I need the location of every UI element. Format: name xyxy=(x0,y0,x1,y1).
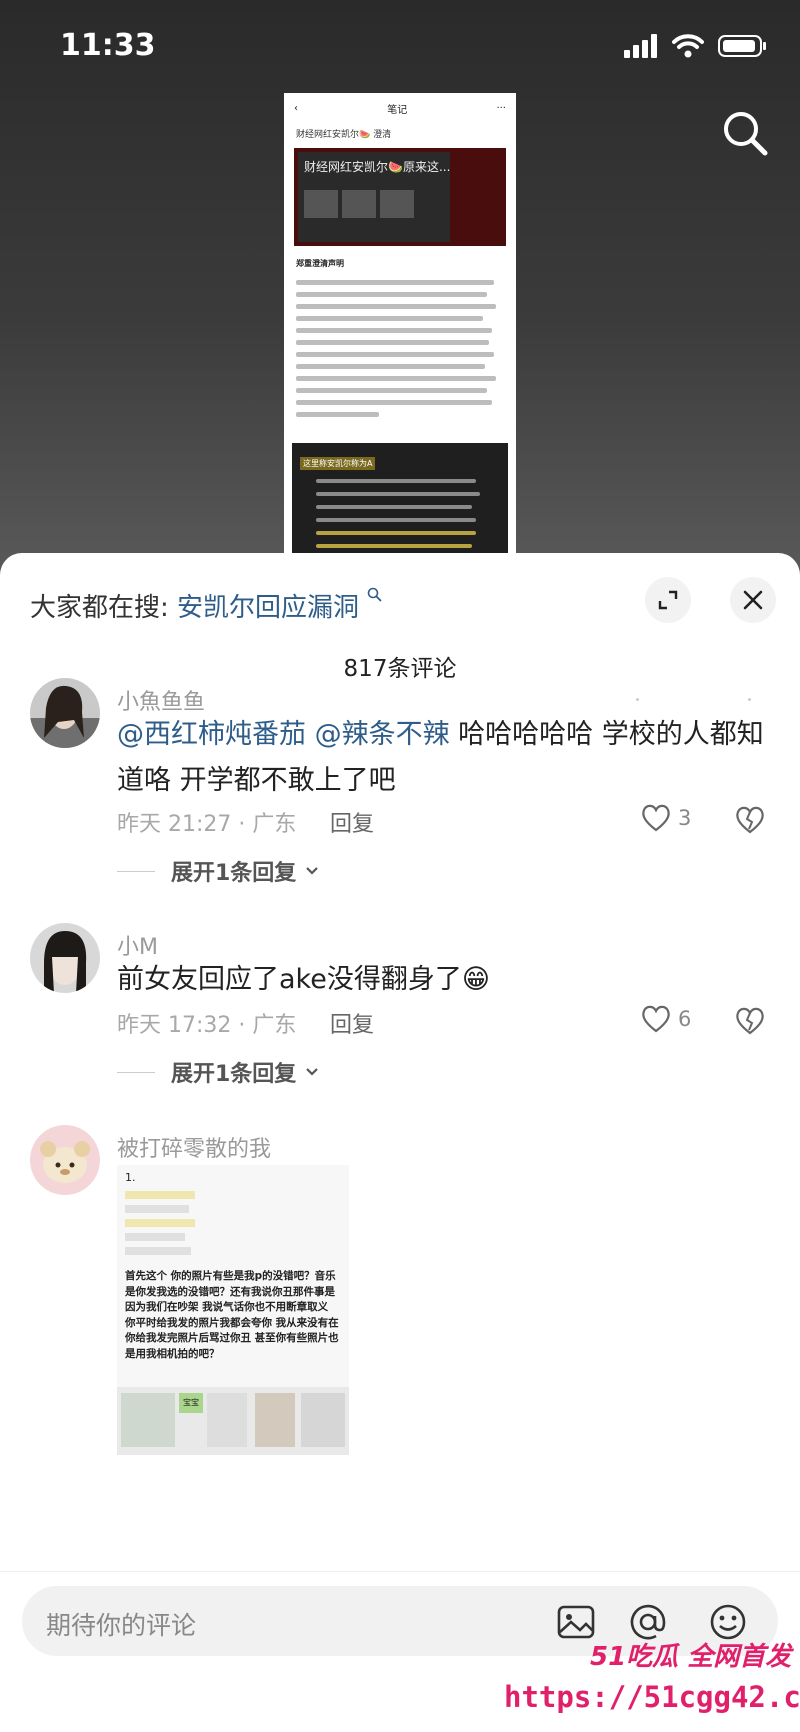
watermark-brand: 51吃瓜 全网首发 xyxy=(590,1642,792,1672)
broken-heart-icon[interactable] xyxy=(734,805,766,835)
embedded-post-screenshot[interactable]: ‹ 笔记 ··· 财经网红安凯尔🍉 澄清 财经网红安凯尔🍉原来这... 郑重澄清… xyxy=(284,93,516,563)
comment-count: 817条评论 xyxy=(343,656,457,682)
expand-replies-label: 展开1条回复 xyxy=(171,861,297,886)
broken-heart-icon[interactable] xyxy=(734,1006,766,1036)
mention-link[interactable]: @西红柿炖番茄 xyxy=(117,719,306,750)
avatar[interactable] xyxy=(30,678,100,748)
like-button[interactable]: 6 xyxy=(640,1004,691,1034)
expand-button[interactable] xyxy=(645,577,691,623)
image-bubble: 宝宝 xyxy=(179,1393,203,1413)
embedded-header: ‹ 笔记 ··· xyxy=(284,93,516,123)
video-title: 财经网红安凯尔🍉原来这... xyxy=(304,160,451,174)
embedded-section-title: 郑重澄清声明 xyxy=(296,259,344,268)
more-icon: ··· xyxy=(496,102,506,114)
avatar[interactable] xyxy=(30,923,100,993)
mention-link[interactable]: @辣条不辣 xyxy=(315,719,450,750)
chevron-down-icon xyxy=(306,867,319,875)
chevron-down-icon xyxy=(306,1068,319,1076)
small-search-icon xyxy=(368,587,382,602)
embedded-paragraph xyxy=(284,271,516,426)
comment-text: 前女友回应了ake没得翻身了😁 xyxy=(117,964,490,995)
close-button[interactable] xyxy=(730,577,776,623)
dark-title: 这里称安凯尔称为A xyxy=(300,457,376,470)
status-time: 11:33 xyxy=(60,28,156,63)
status-icons xyxy=(624,34,768,58)
embedded-title: 笔记 xyxy=(387,104,408,116)
search-icon[interactable] xyxy=(720,108,770,158)
divider-dot xyxy=(748,698,751,701)
like-count: 6 xyxy=(678,1007,692,1031)
reply-button[interactable]: 回复 xyxy=(330,806,374,838)
wifi-icon xyxy=(672,34,704,58)
back-icon: ‹ xyxy=(294,102,298,114)
comment-username[interactable]: 被打碎零散的我 xyxy=(117,1131,271,1163)
expand-replies[interactable]: 展开1条回复 xyxy=(117,1056,322,1088)
comment-image[interactable]: 1. 首先这个 你的照片有些是我p的没错吧？音乐是你发我选的没错吧？还有我说你丑… xyxy=(117,1165,349,1455)
comment-input-placeholder[interactable]: 期待你的评论 xyxy=(46,1606,196,1642)
embedded-line: 财经网红安凯尔🍉 澄清 xyxy=(296,130,392,140)
video-thumbs xyxy=(304,190,414,218)
comment-sheet: 大家都在搜: 安凯尔回应漏洞 817条评论 小魚鱼鱼 @西红柿炖番茄 @辣条不辣… xyxy=(0,553,800,1732)
expand-icon xyxy=(658,590,678,610)
signal-icon xyxy=(624,34,657,58)
reply-button[interactable]: 回复 xyxy=(330,1007,374,1039)
expand-replies[interactable]: 展开1条回复 xyxy=(117,855,322,887)
top-preview-area: 11:33 ‹ 笔记 ··· 财经网红安凯尔🍉 澄清 财经网红安凯尔🍉原来这..… xyxy=(0,0,800,580)
heart-icon xyxy=(642,1005,670,1033)
hot-search-bar[interactable]: 大家都在搜: 安凯尔回应漏洞 xyxy=(30,587,383,624)
embedded-video: 财经网红安凯尔🍉原来这... xyxy=(294,148,506,246)
comment-time-location: 昨天 21:27 · 广东 xyxy=(117,812,297,837)
embedded-dark-block: 这里称安凯尔称为A xyxy=(292,443,508,563)
comment-text: @西红柿炖番茄 @辣条不辣 哈哈哈哈哈 学校的人都知道咯 开学都不敢上了吧 xyxy=(117,712,767,804)
hot-search-label: 大家都在搜: xyxy=(30,593,169,623)
image-text: 首先这个 你的照片有些是我p的没错吧？音乐是你发我选的没错吧？还有我说你丑那件事… xyxy=(125,1270,339,1360)
like-count: 3 xyxy=(678,806,692,830)
divider-dot xyxy=(636,698,639,701)
like-button[interactable]: 3 xyxy=(640,803,691,833)
avatar[interactable] xyxy=(30,1125,100,1195)
comment-time-location: 昨天 17:32 · 广东 xyxy=(117,1013,297,1038)
expand-replies-label: 展开1条回复 xyxy=(171,1062,297,1087)
battery-icon xyxy=(718,35,766,57)
hot-search-keyword[interactable]: 安凯尔回应漏洞 xyxy=(177,593,359,623)
watermark-url: https://51cgg42.com xyxy=(504,1680,800,1714)
close-icon xyxy=(743,590,763,610)
image-number: 1. xyxy=(125,1171,136,1184)
input-divider xyxy=(0,1571,800,1572)
heart-icon xyxy=(642,804,670,832)
